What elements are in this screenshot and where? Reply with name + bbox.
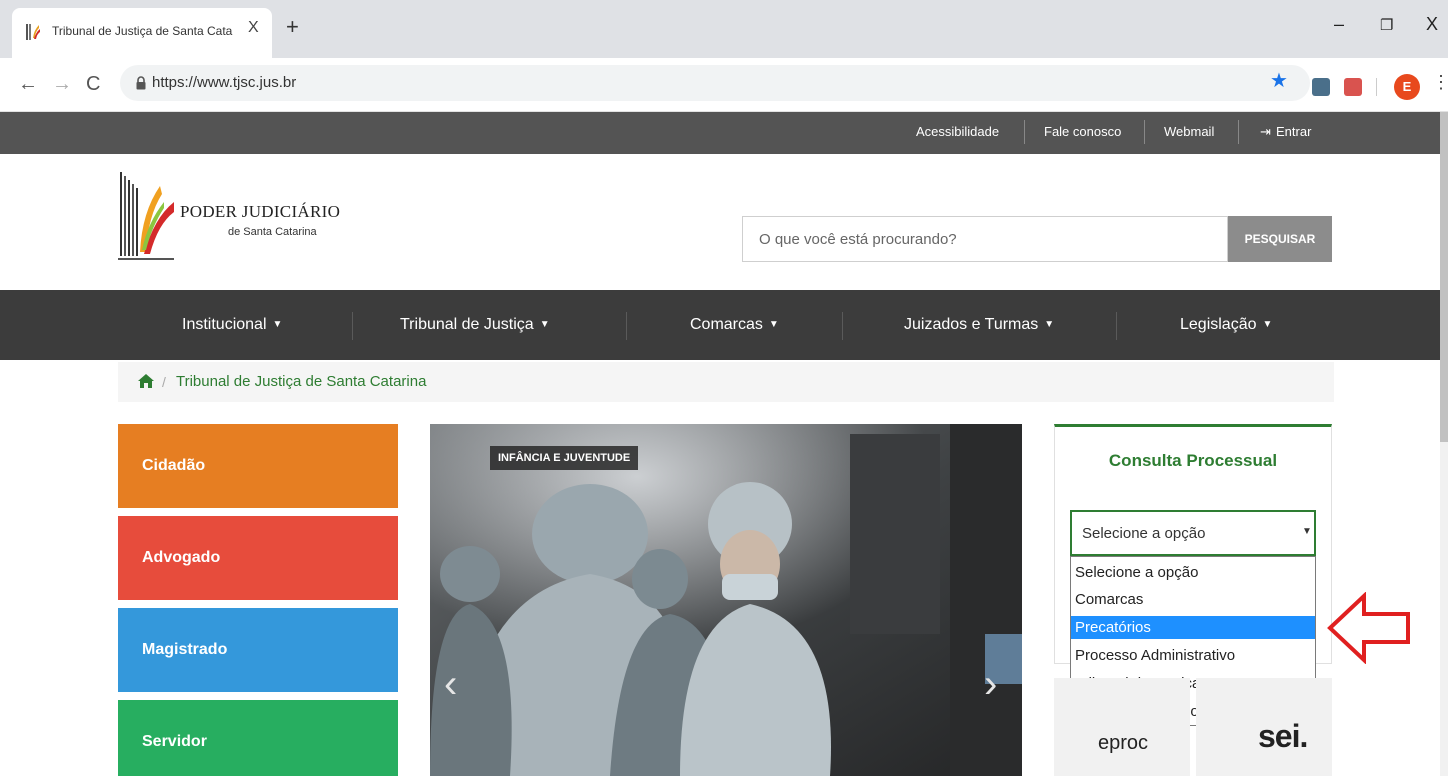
nav-institucional[interactable]: Institucional ▼ <box>182 316 282 334</box>
consulta-select[interactable]: Selecione a opção ▼ <box>1070 510 1316 556</box>
caret-down-icon: ▼ <box>272 319 283 330</box>
bookmark-star-icon[interactable]: ★ <box>1270 71 1288 91</box>
breadcrumb-separator: / <box>162 374 166 390</box>
browser-tab-strip: Tribunal de Justiça de Santa Cata X + – … <box>0 0 1448 58</box>
breadcrumb-current[interactable]: Tribunal de Justiça de Santa Catarina <box>176 373 426 390</box>
caret-down-icon: ▼ <box>1302 526 1312 537</box>
logo-subtitle: de Santa Catarina <box>228 226 317 238</box>
breadcrumb: / Tribunal de Justiça de Santa Catarina <box>118 362 1334 402</box>
tab-close-icon[interactable]: X <box>248 19 259 37</box>
nav-label: Institucional <box>182 316 267 333</box>
utility-divider <box>1024 120 1025 144</box>
option-processo-administrativo[interactable]: Processo Administrativo <box>1071 644 1315 667</box>
pdf-extension-icon[interactable] <box>1344 78 1362 96</box>
webmail-link[interactable]: Webmail <box>1164 124 1214 139</box>
eproc-tile[interactable]: eproc <box>1054 678 1190 776</box>
nav-label: Comarcas <box>690 316 763 333</box>
caret-down-icon: ▼ <box>1262 319 1273 330</box>
profile-button-advogado[interactable]: Advogado <box>118 516 398 600</box>
back-arrow-icon[interactable]: ← <box>18 74 38 94</box>
accessibility-link[interactable]: Acessibilidade <box>916 124 999 139</box>
nav-divider <box>352 312 353 340</box>
nav-legislacao[interactable]: Legislação ▼ <box>1180 316 1272 334</box>
utility-divider <box>1144 120 1145 144</box>
caret-down-icon: ▼ <box>1044 319 1055 330</box>
nav-juizados-e-turmas[interactable]: Juizados e Turmas ▼ <box>904 316 1054 334</box>
sei-tile[interactable]: sei. <box>1196 678 1332 776</box>
login-link[interactable]: Entrar <box>1276 124 1311 139</box>
carousel-prev-icon[interactable]: ‹ <box>444 664 457 704</box>
nav-divider <box>1116 312 1117 340</box>
option-precatorios[interactable]: Precatórios <box>1071 616 1315 639</box>
main-navigation: Institucional ▼ Tribunal de Justiça ▼ Coma… <box>0 290 1440 360</box>
option-comarcas[interactable]: Comarcas <box>1071 588 1315 611</box>
carousel-category-tag[interactable]: INFÂNCIA E JUVENTUDE <box>490 446 639 470</box>
eproc-logo-text: eproc <box>1098 732 1149 754</box>
carousel-next-icon[interactable]: › <box>984 664 997 704</box>
select-value: Selecione a opção <box>1082 525 1206 542</box>
nav-label: Tribunal de Justiça <box>400 316 534 333</box>
maximize-button[interactable]: ❐ <box>1380 16 1393 34</box>
utility-divider <box>1238 120 1239 144</box>
address-bar[interactable]: https://www.tjsc.jus.br <box>120 65 1310 101</box>
window-close-button[interactable]: X <box>1426 14 1438 35</box>
reload-icon[interactable]: C <box>86 74 100 94</box>
contact-link[interactable]: Fale conosco <box>1044 124 1121 139</box>
option-selecione[interactable]: Selecione a opção <box>1071 561 1315 584</box>
new-tab-button[interactable]: + <box>286 16 299 38</box>
login-icon: ⇥ <box>1260 124 1271 139</box>
minimize-button[interactable]: – <box>1334 14 1344 35</box>
search-button[interactable]: PESQUISAR <box>1228 216 1332 262</box>
logo-title: PODER JUDICIÁRIO <box>180 202 341 221</box>
browser-tab[interactable]: Tribunal de Justiça de Santa Cata X <box>12 8 272 58</box>
nav-comarcas[interactable]: Comarcas ▼ <box>690 316 779 334</box>
news-carousel[interactable]: INFÂNCIA E JUVENTUDE ‹ › <box>430 424 1022 776</box>
annotation-arrow-icon <box>1327 592 1410 664</box>
consulta-title: Consulta Processual <box>1108 451 1278 470</box>
sei-logo-text: sei. <box>1258 718 1308 754</box>
site-logo[interactable]: PODER JUDICIÁRIO de Santa Catarina <box>118 172 341 262</box>
toolbar-divider <box>1376 78 1377 96</box>
profile-button-cidadao[interactable]: Cidadão <box>118 424 398 508</box>
profile-avatar[interactable]: E <box>1394 74 1420 100</box>
browser-toolbar: ← → C https://www.tjsc.jus.br ★ E ⋮ <box>0 58 1448 112</box>
nav-label: Juizados e Turmas <box>904 316 1039 333</box>
scrollbar-thumb[interactable] <box>1440 112 1448 442</box>
utility-bar: Acessibilidade Fale conosco Webmail ⇥ En… <box>0 112 1440 154</box>
home-icon[interactable] <box>138 374 154 388</box>
tab-title: Tribunal de Justiça de Santa Cata <box>52 24 233 38</box>
tjsc-favicon-icon <box>26 24 40 40</box>
caret-down-icon: ▼ <box>768 319 779 330</box>
judiciary-logo-icon <box>118 172 174 260</box>
nav-label: Legislação <box>1180 316 1257 333</box>
nav-divider <box>842 312 843 340</box>
caret-down-icon: ▼ <box>539 319 550 330</box>
browser-menu-icon[interactable]: ⋮ <box>1432 72 1448 92</box>
url-text: https://www.tjsc.jus.br <box>152 74 297 91</box>
nav-divider <box>626 312 627 340</box>
site-search-input[interactable] <box>742 216 1228 262</box>
carousel-photo <box>430 424 1022 776</box>
lock-icon <box>136 76 146 90</box>
forward-arrow-icon[interactable]: → <box>52 74 72 94</box>
profile-button-magistrado[interactable]: Magistrado <box>118 608 398 692</box>
extension-icon[interactable] <box>1312 78 1330 96</box>
profile-button-servidor[interactable]: Servidor <box>118 700 398 776</box>
nav-tribunal-de-justica[interactable]: Tribunal de Justiça ▼ <box>400 316 550 334</box>
